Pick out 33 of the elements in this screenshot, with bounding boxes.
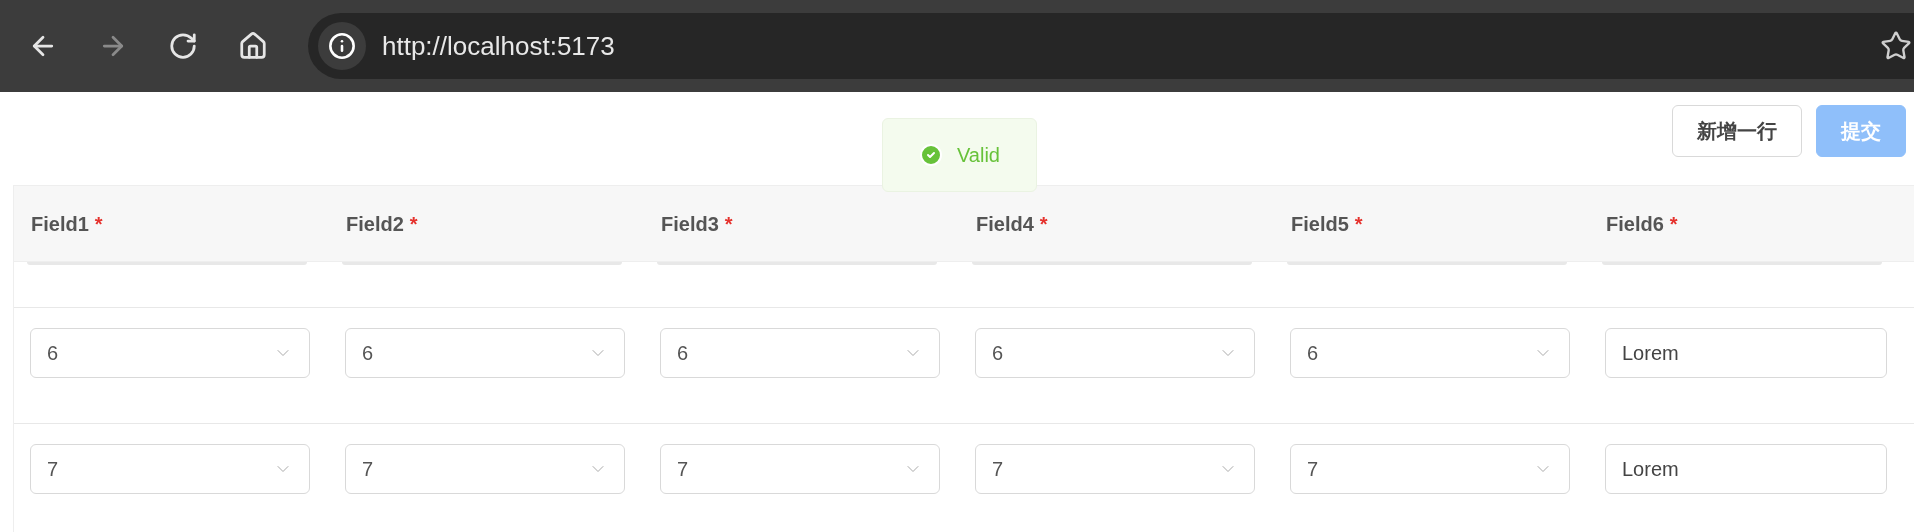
required-mark: * [1354,212,1363,235]
column-header: Field2 [346,212,404,235]
select-field[interactable]: 6 [30,328,310,378]
home-icon[interactable] [238,31,268,61]
select-field[interactable]: 7 [1290,444,1570,494]
required-mark: * [409,212,418,235]
address-bar[interactable]: http://localhost:5173 [308,13,1914,79]
column-header: Field3 [661,212,719,235]
select-field[interactable]: 7 [975,444,1255,494]
select-field[interactable]: 6 [345,328,625,378]
required-mark: * [94,212,103,235]
select-field[interactable]: 7 [345,444,625,494]
add-row-button[interactable]: 新增一行 [1672,105,1802,157]
select-field[interactable]: 6 [975,328,1255,378]
select-field[interactable]: 6 [660,328,940,378]
select-field[interactable]: 7 [30,444,310,494]
toast-text: Valid [957,143,1000,168]
required-mark: * [1039,212,1048,235]
required-mark: * [724,212,733,235]
column-header: Field5 [1291,212,1349,235]
reload-icon[interactable] [168,31,198,61]
check-circle-icon [919,143,943,167]
select-field[interactable]: 6 [1290,328,1570,378]
text-field[interactable]: Lorem [1605,444,1887,494]
required-mark: * [1669,212,1678,235]
column-header: Field1 [31,212,89,235]
select-field[interactable]: 7 [660,444,940,494]
star-icon[interactable] [1880,30,1912,62]
info-icon[interactable] [318,22,366,70]
text-field[interactable]: Lorem [1605,328,1887,378]
column-header: Field4 [976,212,1034,235]
column-header: Field6 [1606,212,1664,235]
url-text: http://localhost:5173 [382,29,615,63]
